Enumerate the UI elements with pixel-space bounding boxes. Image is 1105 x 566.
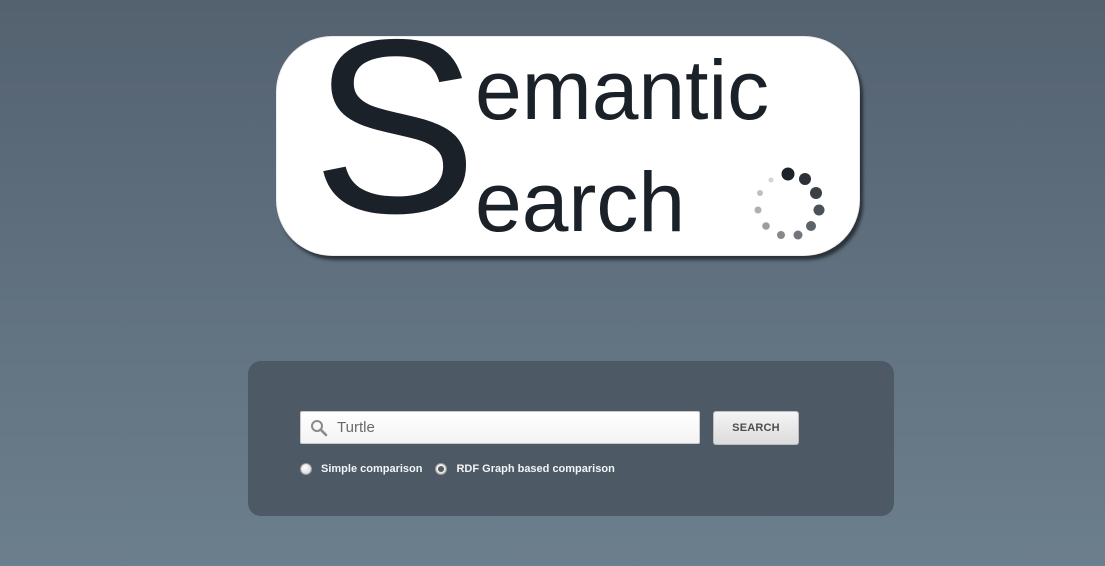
search-field[interactable] [300,411,700,444]
radio-label: RDF Graph based comparison [456,463,615,475]
loading-spinner-icon [754,167,825,240]
radio-rdf-graph-comparison[interactable]: RDF Graph based comparison [435,463,615,475]
search-input[interactable] [337,412,693,443]
logo-big-letter: S [312,0,478,265]
logo-word-semantic: emantic [475,43,770,137]
search-icon [311,420,328,437]
radio-button[interactable] [300,463,312,475]
semantic-search-logo: S emantic earch [276,2,860,256]
radio-label: Simple comparison [321,463,423,475]
radio-simple-comparison[interactable]: Simple comparison [300,463,422,475]
logo-word-search: earch [475,155,686,249]
search-button[interactable]: SEARCH [713,411,799,445]
comparison-mode-group: Simple comparison RDF Graph based compar… [300,461,615,477]
search-panel: SEARCH Simple comparison RDF Graph based… [248,361,894,516]
radio-button-selected[interactable] [435,463,448,475]
